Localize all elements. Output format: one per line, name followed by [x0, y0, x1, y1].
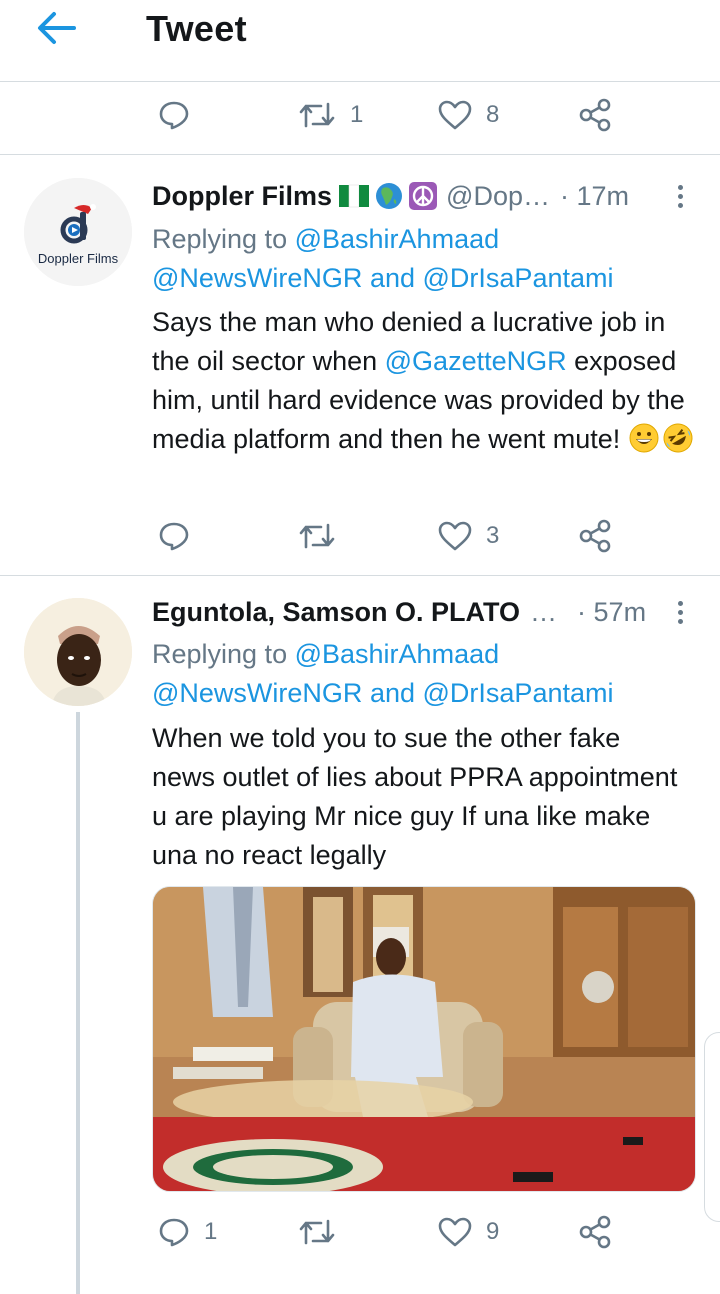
like-count: 3: [486, 522, 500, 549]
page-title: Tweet: [146, 8, 247, 49]
more-dots-icon: [677, 184, 683, 190]
user-photo: [24, 598, 132, 706]
back-button[interactable]: [30, 8, 82, 48]
more-dots-icon: [677, 618, 683, 624]
share-button[interactable]: [578, 1202, 612, 1262]
globe-africa-icon: [376, 183, 403, 209]
mention-link[interactable]: @DrIsaPantami: [423, 263, 614, 293]
replying-to-and: and: [369, 678, 415, 708]
mention-link[interactable]: @BashirAhmaad: [295, 224, 500, 254]
tweet-text: When we told you to sue the other fake n…: [152, 723, 678, 870]
retweet-button[interactable]: [298, 1202, 350, 1262]
name-overflow: …: [530, 596, 558, 627]
avatar[interactable]: Doppler Films: [24, 178, 132, 286]
more-options-button[interactable]: [668, 594, 692, 630]
reply-count: 1: [204, 1218, 218, 1245]
comment-icon: [159, 101, 189, 130]
reply-header: Eguntola, Samson O. PLATO … · 57m: [152, 592, 646, 632]
display-name[interactable]: Eguntola, Samson O. PLATO: [152, 597, 520, 628]
retweet-button[interactable]: 1: [298, 85, 363, 145]
timestamp[interactable]: · 57m: [577, 597, 646, 628]
divider: [0, 575, 720, 576]
arrow-left-icon: [38, 12, 76, 44]
share-icon: [579, 519, 611, 553]
heart-icon: [438, 100, 472, 130]
replying-to-continued: @NewsWireNGR and @DrIsaPantami: [152, 259, 613, 298]
comment-icon: [159, 522, 189, 551]
rolling-on-floor-laughing-icon: [663, 423, 693, 453]
top-bar: Tweet: [0, 0, 720, 82]
like-count: 9: [486, 1218, 500, 1245]
mention-link[interactable]: @DrIsaPantami: [423, 678, 614, 708]
share-icon: [579, 98, 611, 132]
retweet-icon: [299, 1219, 335, 1245]
peace-symbol-icon: [409, 182, 438, 210]
like-button[interactable]: 9: [438, 1202, 499, 1262]
retweet-icon: [299, 102, 335, 128]
reply-action-bar: 3: [0, 506, 720, 566]
display-name[interactable]: Doppler Films: [152, 181, 332, 212]
main-tweet-action-bar: 1 8: [0, 85, 720, 145]
more-dots-icon: [677, 202, 683, 208]
reply-button[interactable]: [158, 85, 190, 145]
media-photo: [153, 887, 695, 1191]
like-button[interactable]: 8: [438, 85, 499, 145]
tweet-media-photo[interactable]: [152, 886, 696, 1192]
reply-action-bar: 1 9: [0, 1202, 720, 1262]
mention-link[interactable]: @NewsWireNGR: [152, 263, 362, 293]
retweet-icon: [299, 523, 335, 549]
nigeria-flag-icon: [339, 184, 370, 208]
replying-to-prefix: Replying to: [152, 639, 288, 669]
replying-to-continued: @NewsWireNGR and @DrIsaPantami: [152, 674, 613, 713]
timestamp[interactable]: · 17m: [560, 181, 629, 212]
replying-to: Replying to @BashirAhmaad: [152, 635, 499, 674]
comment-icon: [159, 1218, 189, 1247]
heart-icon: [438, 1217, 472, 1247]
name-emoji-group: [338, 181, 438, 211]
more-dots-icon: [677, 600, 683, 606]
grinning-face-icon: [629, 423, 659, 453]
mention-link[interactable]: @BashirAhmaad: [295, 639, 500, 669]
more-dots-icon: [677, 609, 683, 615]
share-icon: [579, 1215, 611, 1249]
like-count: 8: [486, 101, 500, 128]
reply-button[interactable]: 1: [158, 1202, 217, 1262]
retweet-button[interactable]: [298, 506, 350, 566]
divider: [0, 154, 720, 155]
tweet-emoji-group: [628, 422, 694, 454]
more-options-button[interactable]: [668, 178, 692, 214]
reply-header: Doppler Films @Dop… · 17m: [152, 176, 629, 216]
replying-to-prefix: Replying to: [152, 224, 288, 254]
share-button[interactable]: [578, 85, 612, 145]
heart-icon: [438, 521, 472, 551]
doppler-films-logo: Doppler Films: [24, 178, 132, 286]
avatar-logo-text: Doppler Films: [38, 251, 119, 266]
mention-link[interactable]: @NewsWireNGR: [152, 678, 362, 708]
tweet-text: Says the man who denied a lucrative job …: [152, 303, 700, 459]
replying-to-and: and: [369, 263, 415, 293]
share-button[interactable]: [578, 506, 612, 566]
side-edge-handle[interactable]: [704, 1032, 720, 1222]
avatar[interactable]: [24, 598, 132, 706]
like-button[interactable]: 3: [438, 506, 499, 566]
mention-link[interactable]: @GazetteNGR: [385, 346, 567, 376]
reply-button[interactable]: [158, 506, 204, 566]
more-dots-icon: [677, 193, 683, 199]
retweet-count: 1: [350, 101, 364, 128]
handle[interactable]: @Dop…: [446, 181, 550, 212]
replying-to: Replying to @BashirAhmaad: [152, 220, 499, 259]
